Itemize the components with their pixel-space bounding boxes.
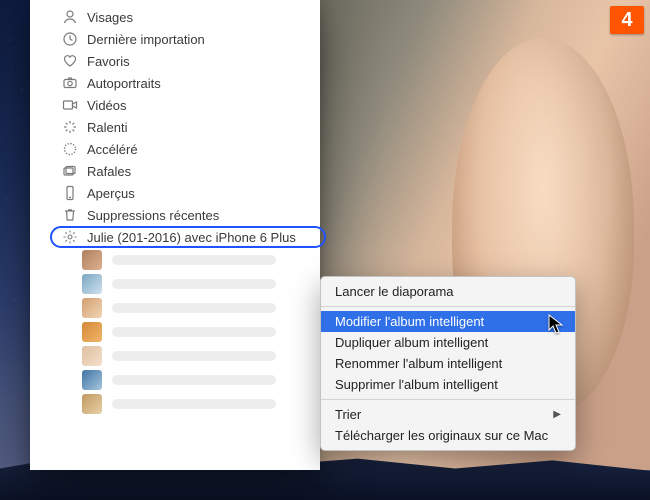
sidebar-item-label: Rafales <box>87 164 131 179</box>
sidebar-item-label: Dernière importation <box>87 32 205 47</box>
redacted-label <box>112 375 276 385</box>
sidebar-item-label: Aperçus <box>87 186 135 201</box>
sidebar-item-accelere[interactable]: Accéléré <box>30 138 320 160</box>
sidebar-item-suppressions[interactable]: Suppressions récentes <box>30 204 320 226</box>
camera-icon <box>62 75 78 91</box>
album-thumb <box>82 298 102 318</box>
ctx-supprimer-album[interactable]: Supprimer l'album intelligent <box>321 374 575 395</box>
ctx-lancer-diaporama[interactable]: Lancer le diaporama <box>321 281 575 302</box>
desktop-background: 4 Visages Dernière importation Favoris A… <box>0 0 650 500</box>
redacted-label <box>112 399 276 409</box>
ctx-telecharger-originaux[interactable]: Télécharger les originaux sur ce Mac <box>321 425 575 446</box>
spinner-icon <box>62 119 78 135</box>
step-badge: 4 <box>610 6 644 34</box>
submenu-arrow-icon: ▶ <box>553 409 561 420</box>
album-thumb <box>82 370 102 390</box>
album-row[interactable] <box>30 344 320 368</box>
album-thumb <box>82 346 102 366</box>
sidebar-item-label: Julie (201-2016) avec iPhone 6 Plus <box>87 230 296 245</box>
sidebar-item-smart-album[interactable]: Julie (201-2016) avec iPhone 6 Plus <box>30 226 320 248</box>
gear-icon <box>62 229 78 245</box>
sidebar-item-label: Accéléré <box>87 142 138 157</box>
phone-icon <box>62 185 78 201</box>
sidebar-item-rafales[interactable]: Rafales <box>30 160 320 182</box>
sidebar-item-apercus[interactable]: Aperçus <box>30 182 320 204</box>
album-thumb <box>82 250 102 270</box>
sidebar-item-favoris[interactable]: Favoris <box>30 50 320 72</box>
person-icon <box>62 9 78 25</box>
ctx-label: Modifier l'album intelligent <box>335 314 484 329</box>
album-thumb <box>82 274 102 294</box>
redacted-label <box>112 351 276 361</box>
burst-icon <box>62 163 78 179</box>
album-row[interactable] <box>30 320 320 344</box>
trash-icon <box>62 207 78 223</box>
redacted-label <box>112 255 276 265</box>
video-icon <box>62 97 78 113</box>
redacted-label <box>112 279 276 289</box>
context-menu: Lancer le diaporama Modifier l'album int… <box>320 276 576 451</box>
ctx-label: Trier <box>335 407 361 422</box>
heart-icon <box>62 53 78 69</box>
sidebar-item-derniere-importation[interactable]: Dernière importation <box>30 28 320 50</box>
album-row[interactable] <box>30 392 320 416</box>
ctx-renommer-album[interactable]: Renommer l'album intelligent <box>321 353 575 374</box>
sidebar-item-label: Autoportraits <box>87 76 161 91</box>
ctx-dupliquer-album[interactable]: Dupliquer album intelligent <box>321 332 575 353</box>
ctx-trier[interactable]: Trier ▶ <box>321 404 575 425</box>
ctx-label: Télécharger les originaux sur ce Mac <box>335 428 548 443</box>
ctx-modifier-album[interactable]: Modifier l'album intelligent <box>321 311 575 332</box>
sidebar-item-ralenti[interactable]: Ralenti <box>30 116 320 138</box>
album-row[interactable] <box>30 296 320 320</box>
sidebar-item-label: Favoris <box>87 54 130 69</box>
album-row[interactable] <box>30 368 320 392</box>
sidebar-item-label: Vidéos <box>87 98 127 113</box>
spinner-fast-icon <box>62 141 78 157</box>
ctx-label: Lancer le diaporama <box>335 284 454 299</box>
ctx-label: Dupliquer album intelligent <box>335 335 488 350</box>
ctx-separator <box>321 399 575 400</box>
photos-sidebar: Visages Dernière importation Favoris Aut… <box>30 0 320 470</box>
album-thumb <box>82 394 102 414</box>
ctx-label: Supprimer l'album intelligent <box>335 377 498 392</box>
clock-icon <box>62 31 78 47</box>
ctx-label: Renommer l'album intelligent <box>335 356 502 371</box>
sidebar-item-autoportraits[interactable]: Autoportraits <box>30 72 320 94</box>
sidebar-item-label: Visages <box>87 10 133 25</box>
sidebar-item-label: Suppressions récentes <box>87 208 219 223</box>
ctx-separator <box>321 306 575 307</box>
sidebar-item-videos[interactable]: Vidéos <box>30 94 320 116</box>
album-row[interactable] <box>30 248 320 272</box>
album-row[interactable] <box>30 272 320 296</box>
sidebar-item-label: Ralenti <box>87 120 127 135</box>
redacted-label <box>112 303 276 313</box>
redacted-label <box>112 327 276 337</box>
sidebar-item-visages[interactable]: Visages <box>30 6 320 28</box>
album-thumb <box>82 322 102 342</box>
